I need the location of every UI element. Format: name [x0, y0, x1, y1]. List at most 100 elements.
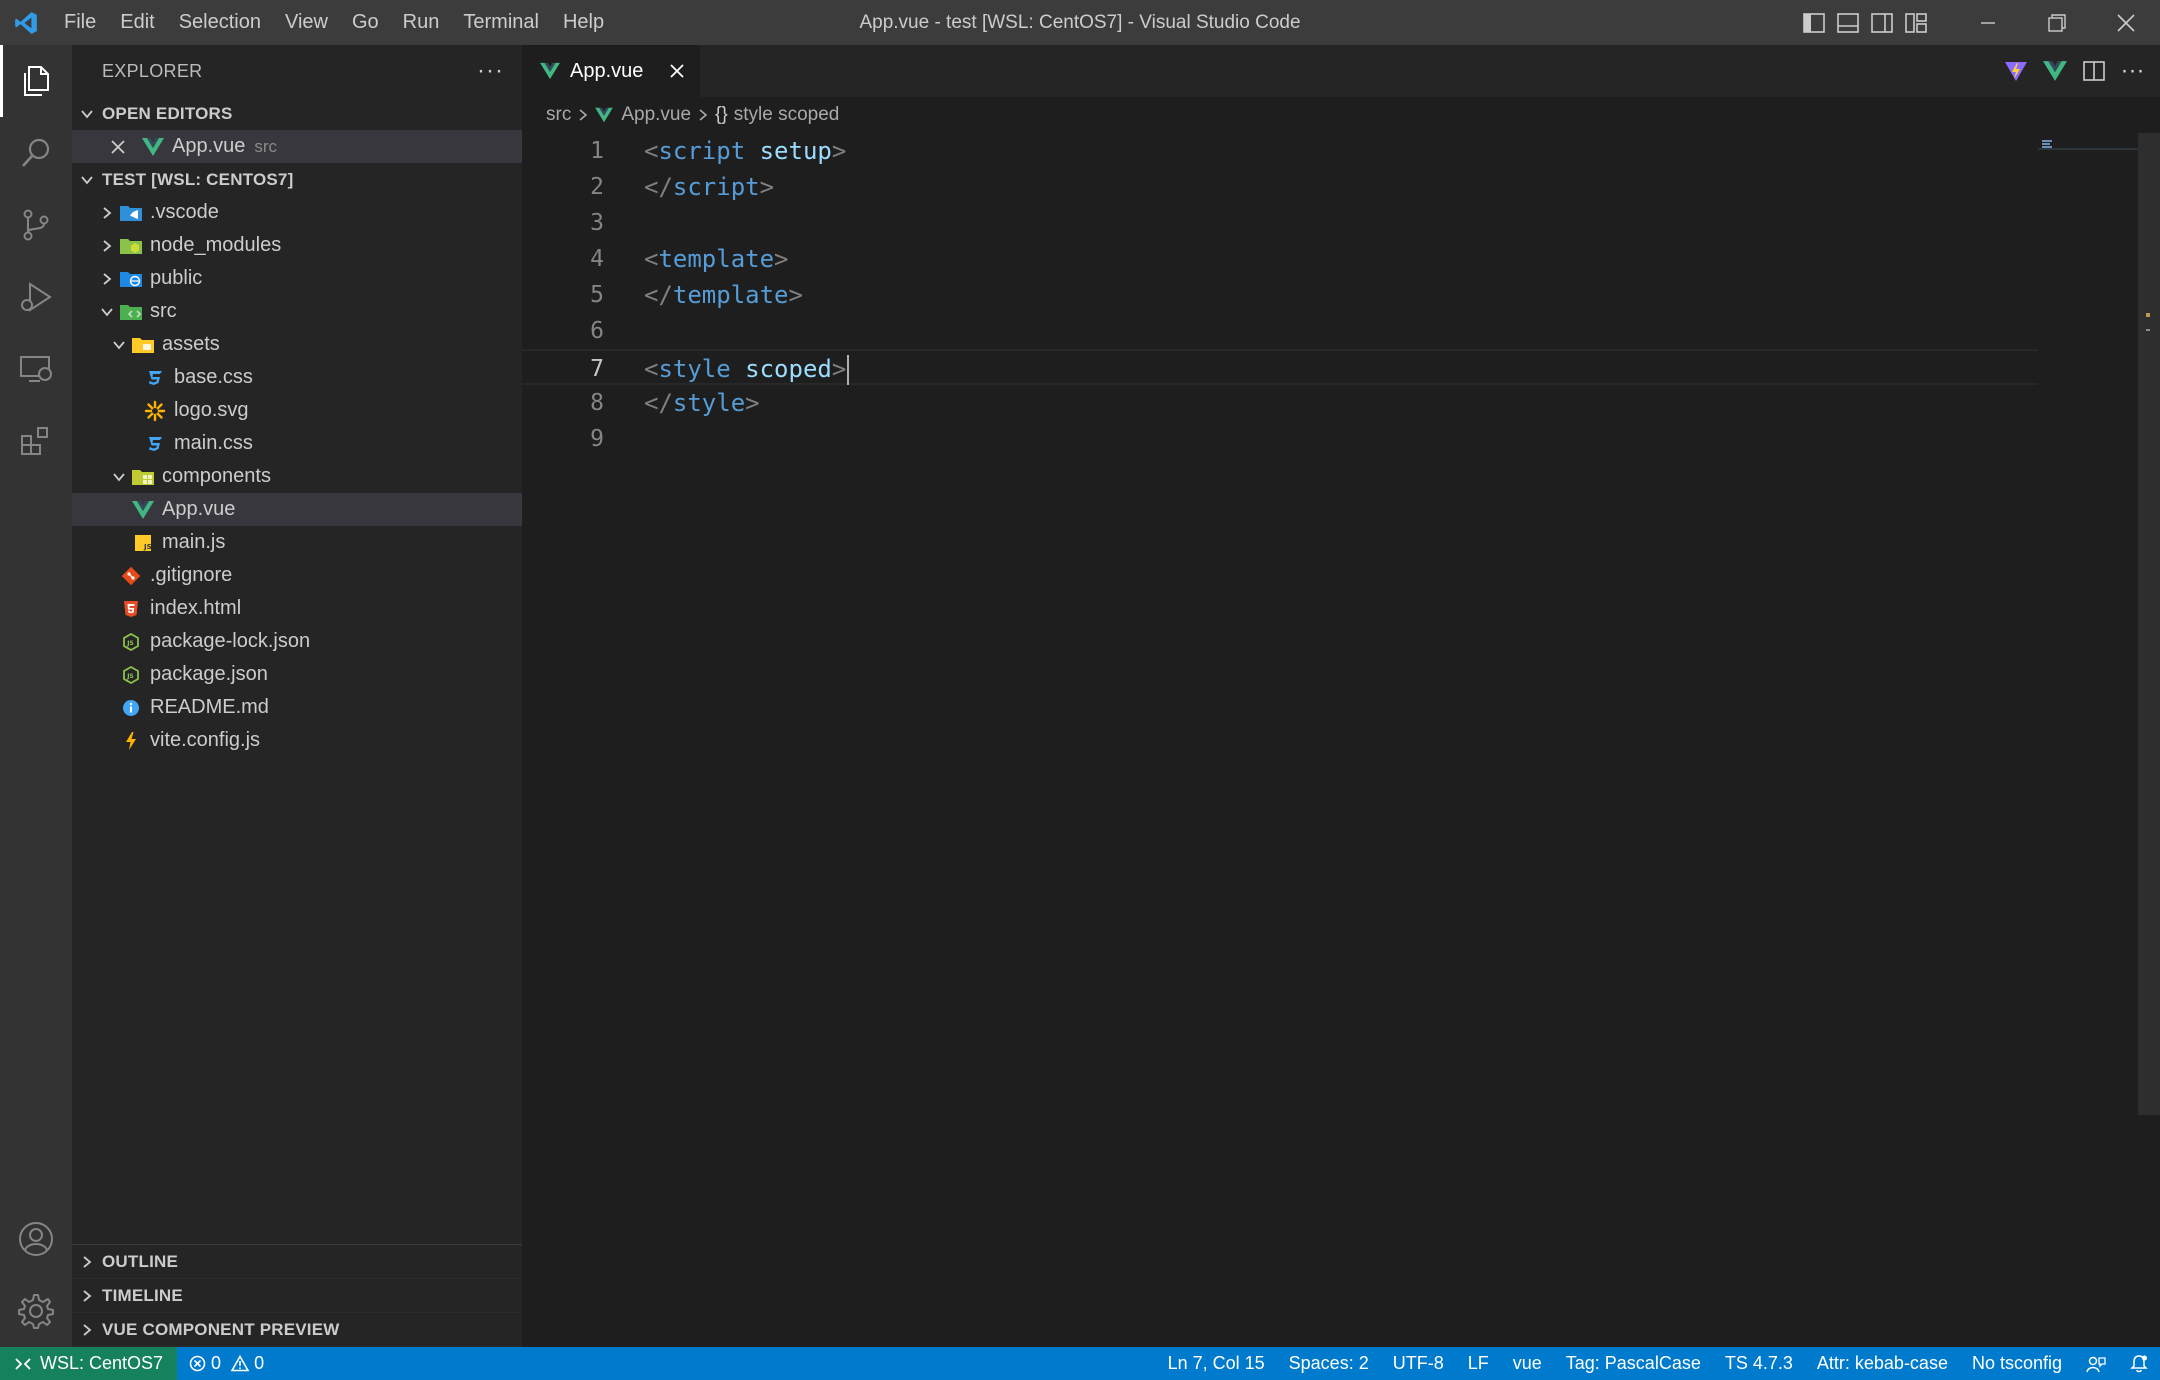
open-editor-item[interactable]: App.vue src [72, 130, 522, 163]
sidebar-bottom-sections: OUTLINE TIMELINE VUE COMPONENT PREVIEW [72, 1244, 522, 1347]
breadcrumb-file[interactable]: App.vue [621, 104, 691, 126]
accounts-icon[interactable] [0, 1203, 72, 1275]
tree-item-readme-md[interactable]: README.md [72, 691, 522, 724]
tree-item-vite-config-js[interactable]: vite.config.js [72, 724, 522, 757]
more-actions-icon[interactable]: ··· [2113, 45, 2152, 97]
encoding[interactable]: UTF-8 [1381, 1347, 1456, 1380]
vscode-folder-icon [118, 202, 144, 224]
tree-item-vscode[interactable]: .vscode [72, 196, 522, 229]
text-cursor [847, 355, 850, 385]
menu-view[interactable]: View [273, 0, 340, 45]
tree-item-components[interactable]: components [72, 460, 522, 493]
manage-gear-icon[interactable] [0, 1275, 72, 1347]
tree-item-assets[interactable]: assets [72, 328, 522, 361]
run-debug-icon[interactable] [0, 261, 72, 333]
tag-open-bracket: < [644, 355, 659, 383]
code-line[interactable]: 3 [522, 205, 2038, 241]
language-mode[interactable]: vue [1501, 1347, 1554, 1380]
tree-item-package-json[interactable]: JS package.json [72, 658, 522, 691]
cursor-position[interactable]: Ln 7, Col 15 [1156, 1347, 1277, 1380]
title-bar-controls [1797, 0, 2160, 45]
line-ending[interactable]: LF [1456, 1347, 1501, 1380]
tree-item-base-css[interactable]: base.css [72, 361, 522, 394]
close-editor-icon[interactable] [110, 139, 128, 155]
tree-item-src[interactable]: src [72, 295, 522, 328]
tree-item-package-lock-json[interactable]: JS package-lock.json [72, 625, 522, 658]
code-line[interactable]: 7 <style scoped> [522, 349, 2038, 385]
timeline-section[interactable]: TIMELINE [72, 1279, 522, 1313]
menu-terminal[interactable]: Terminal [451, 0, 551, 45]
code-line[interactable]: 1 <script setup> [522, 133, 2038, 169]
remote-indicator[interactable]: WSL: CentOS7 [0, 1347, 178, 1380]
menu-go[interactable]: Go [340, 0, 391, 45]
menu-file[interactable]: File [52, 0, 108, 45]
line-number: 2 [590, 174, 604, 200]
close-window-icon[interactable] [2091, 0, 2160, 45]
node-folder-icon [118, 235, 144, 257]
code-line[interactable]: 5 </template> [522, 277, 2038, 313]
breadcrumb: src App.vue {} style scoped [546, 97, 839, 133]
source-control-icon[interactable] [0, 189, 72, 261]
chevron-down-icon [96, 305, 118, 319]
vue-preview-icon[interactable] [2035, 45, 2074, 97]
tree-item-logo-svg[interactable]: logo.svg [72, 394, 522, 427]
remote-explorer-icon[interactable] [0, 333, 72, 405]
indentation[interactable]: Spaces: 2 [1277, 1347, 1381, 1380]
menu-selection[interactable]: Selection [167, 0, 273, 45]
feedback-icon[interactable] [2074, 1347, 2118, 1380]
tree-item-gitignore[interactable]: .gitignore [72, 559, 522, 592]
menu-help[interactable]: Help [551, 0, 616, 45]
line-number: 3 [590, 210, 604, 236]
restore-icon[interactable] [2022, 0, 2091, 45]
code-line[interactable]: 8 </style> [522, 385, 2038, 421]
minimize-icon[interactable] [1953, 0, 2022, 45]
breadcrumb-symbol[interactable]: style scoped [734, 104, 840, 126]
vite-icon[interactable] [1996, 45, 2035, 97]
menu-bar: File Edit Selection View Go Run Terminal… [52, 0, 616, 45]
tab-app-vue[interactable]: App.vue [522, 45, 700, 97]
code-line[interactable]: 4 <template> [522, 241, 2038, 277]
more-actions-icon[interactable]: ··· [477, 57, 504, 85]
tree-item-label: README.md [150, 696, 269, 718]
code-line[interactable]: 2 </script> [522, 169, 2038, 205]
toggle-panel-icon[interactable] [1831, 0, 1865, 45]
breadcrumb-folder[interactable]: src [546, 104, 571, 126]
extensions-icon[interactable] [0, 405, 72, 477]
customize-layout-icon[interactable] [1899, 0, 1933, 45]
explorer-icon[interactable] [0, 45, 72, 117]
attr-casing[interactable]: Attr: kebab-case [1805, 1347, 1960, 1380]
tag-casing[interactable]: Tag: PascalCase [1554, 1347, 1713, 1380]
tree-item-main-js[interactable]: JS main.js [72, 526, 522, 559]
svg-text:JS: JS [126, 673, 134, 680]
line-number: 5 [590, 282, 604, 308]
problems-indicator[interactable]: 0 0 [177, 1347, 276, 1380]
tree-item-public[interactable]: public [72, 262, 522, 295]
workspace-title: TEST [WSL: CENTOS7] [102, 169, 294, 189]
tree-item-index-html[interactable]: index.html [72, 592, 522, 625]
tsconfig-status[interactable]: No tsconfig [1960, 1347, 2074, 1380]
minimap[interactable] [2038, 133, 2138, 150]
tree-item-app-vue[interactable]: App.vue [72, 493, 522, 526]
code-line[interactable]: 6 [522, 313, 2038, 349]
vue-component-preview-section[interactable]: VUE COMPONENT PREVIEW [72, 1313, 522, 1347]
tree-item-main-css[interactable]: main.css [72, 427, 522, 460]
code-editor[interactable]: 1 <script setup> 2 </script> 3 4 <template> 5 </… [522, 133, 2038, 457]
notifications-bell-icon[interactable] [2118, 1347, 2160, 1380]
workspace-section[interactable]: TEST [WSL: CENTOS7] [72, 163, 522, 196]
warning-count: 0 [254, 1353, 265, 1373]
toggle-primary-sidebar-icon[interactable] [1797, 0, 1831, 45]
outline-section[interactable]: OUTLINE [72, 1245, 522, 1279]
editor-actions: ··· [1996, 45, 2152, 97]
open-editors-section[interactable]: OPEN EDITORS [72, 97, 522, 130]
menu-run[interactable]: Run [391, 0, 452, 45]
toggle-secondary-sidebar-icon[interactable] [1865, 0, 1899, 45]
typescript-version[interactable]: TS 4.7.3 [1713, 1347, 1805, 1380]
close-tab-icon[interactable] [666, 60, 688, 82]
vertical-scrollbar[interactable] [2138, 133, 2160, 1115]
split-editor-icon[interactable] [2074, 45, 2113, 97]
search-icon[interactable] [0, 117, 72, 189]
menu-edit[interactable]: Edit [108, 0, 166, 45]
line-content: <script setup> [644, 133, 846, 169]
tree-item-node-modules[interactable]: node_modules [72, 229, 522, 262]
code-line[interactable]: 9 [522, 421, 2038, 457]
